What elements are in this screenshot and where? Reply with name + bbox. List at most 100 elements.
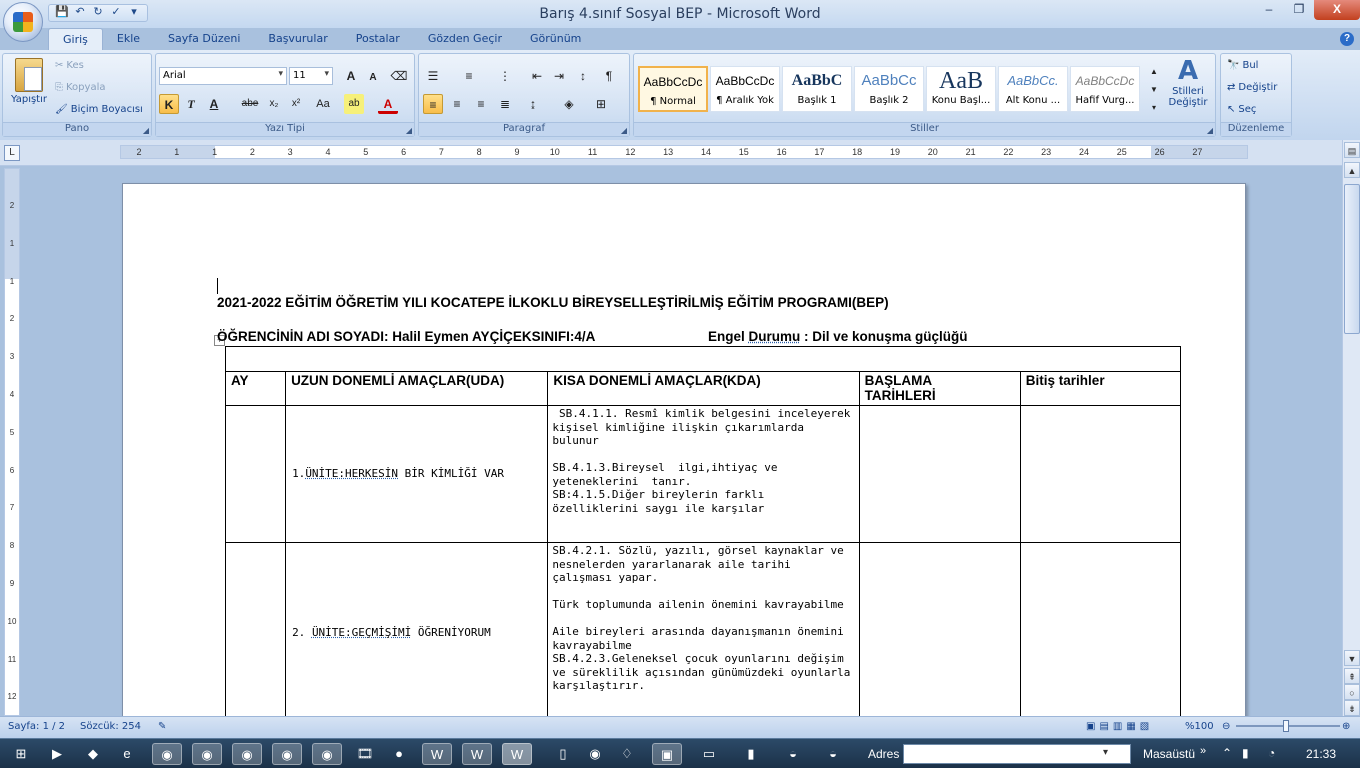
grow-font-button[interactable]: A [341, 66, 361, 86]
kda-cell[interactable]: SB.4.1.1. Resmî kimlik belgesini incelеy… [547, 405, 860, 543]
zoom-slider-knob[interactable] [1283, 720, 1289, 732]
power-icon[interactable]: ▮ [1242, 746, 1249, 760]
ruler-strip[interactable]: 2 1 1 2 3 4 5 6 7 8 9 10 11 12 13 14 15 16 17 18 19 20 21 22 23 2… [120, 145, 1248, 159]
start-date-cell[interactable] [858, 405, 1021, 543]
internet-explorer-icon[interactable]: e [112, 743, 142, 765]
media-icon[interactable]: ● [384, 743, 414, 765]
app-icon[interactable]: ◒ [818, 743, 848, 765]
styles-dialog-launcher-icon[interactable]: ◢ [1207, 126, 1213, 135]
decrease-indent-icon[interactable]: ⇤ [527, 66, 547, 86]
shading-icon[interactable]: ◈ [559, 94, 579, 114]
previous-page-button[interactable]: ⇞ [1344, 668, 1360, 684]
numbering-icon[interactable]: ≡ [459, 66, 479, 86]
word-count[interactable]: Sözcük: 254 [80, 721, 141, 732]
zoom-level[interactable]: %100 [1185, 721, 1214, 732]
clear-format-icon[interactable]: ⌫ [389, 66, 409, 86]
chrome-window-icon[interactable]: ◉ [152, 743, 182, 765]
chrome-window-icon[interactable]: ◉ [312, 743, 342, 765]
style-title[interactable]: AaB Konu Başl... [926, 66, 996, 112]
address-input[interactable] [903, 744, 1131, 764]
word-window-icon[interactable]: W [462, 743, 492, 765]
tab-insert[interactable]: Ekle [103, 28, 154, 50]
copy-button[interactable]: ⎘ Kopyala [55, 82, 105, 93]
subscript-button[interactable]: x₂ [264, 94, 284, 114]
close-button[interactable]: X [1314, 0, 1360, 20]
maximize-button[interactable]: ❐ [1284, 0, 1314, 20]
style-subtitle[interactable]: AaBbCc. Alt Konu ... [998, 66, 1068, 112]
tray-arrow-icon[interactable]: ⌃ [1222, 746, 1232, 760]
multilevel-list-icon[interactable]: ⋮ [495, 66, 515, 86]
header-end-dates[interactable]: Bitiş tarihler [1019, 371, 1182, 406]
header-short-term-goals[interactable]: KISA DONEMLİ AMAÇLAR(KDA) [547, 371, 860, 406]
desktop-toolbar[interactable]: Masaüstü [1143, 747, 1195, 761]
chrome-icon[interactable]: ◉ [580, 743, 610, 765]
ruler-toggle-icon[interactable]: ▤ [1344, 142, 1360, 158]
month-cell[interactable] [224, 405, 287, 543]
italic-button[interactable]: T [181, 94, 201, 114]
browse-object-button[interactable]: ○ [1344, 684, 1360, 700]
view-buttons[interactable]: ▣▤▥▦▧ [1086, 721, 1153, 732]
tab-page-layout[interactable]: Sayfa Düzeni [154, 28, 254, 50]
sort-icon[interactable]: ↕ [573, 66, 593, 86]
header-start-dates[interactable]: BAŞLAMA TARİHLERİ [858, 371, 1021, 406]
tab-view[interactable]: Görünüm [516, 28, 595, 50]
paragraph-dialog-launcher-icon[interactable]: ◢ [621, 126, 627, 135]
line-spacing-icon[interactable]: ↨ [523, 94, 543, 114]
media-player-icon[interactable]: ▶ [42, 743, 72, 765]
paste-button[interactable]: Yapıştır [7, 58, 51, 105]
chrome-window-icon[interactable]: ◉ [272, 743, 302, 765]
scroll-thumb[interactable] [1344, 184, 1360, 334]
tab-selector[interactable]: L [4, 145, 20, 161]
font-color-icon[interactable]: A [378, 94, 398, 114]
start-date-cell[interactable] [858, 542, 1021, 716]
chrome-window-icon[interactable]: ◉ [232, 743, 262, 765]
toolbar-expand-icon[interactable]: » [1200, 745, 1206, 757]
styles-more-icon[interactable]: ▾ [1144, 98, 1164, 118]
styles-scroll-up-icon[interactable]: ▲ [1144, 62, 1164, 82]
uda-cell[interactable]: 1.ÜNİTE:HERKESİN BİR KİMLİĞİ VAR [285, 405, 549, 543]
tab-home[interactable]: Giriş [48, 28, 103, 50]
uda-cell[interactable]: 2. ÜNİTE:GEÇMİŞİMİ ÖĞRENİYORUM [285, 542, 549, 716]
style-heading-1[interactable]: AaBbC Başlık 1 [782, 66, 852, 112]
align-left-icon[interactable]: ≡ [423, 94, 443, 114]
refresh-icon[interactable]: ↻ [1112, 745, 1123, 761]
superscript-button[interactable]: x² [286, 94, 306, 114]
screen-icon[interactable]: ▣ [652, 743, 682, 765]
change-case-button[interactable]: Aa [310, 94, 336, 114]
increase-indent-icon[interactable]: ⇥ [549, 66, 569, 86]
bullets-icon[interactable]: ☰ [423, 66, 443, 86]
network-icon[interactable]: ◔ [1268, 746, 1275, 760]
word-window-active-icon[interactable]: W [502, 743, 532, 765]
cut-button[interactable]: ✂ Kes [55, 60, 84, 71]
app-icon[interactable]: ♢ [612, 743, 642, 765]
vertical-ruler[interactable]: 2 1 1 2 3 4 5 6 7 8 9 10 11 12 [4, 168, 20, 716]
word-window-icon[interactable]: W [422, 743, 452, 765]
strikethrough-button[interactable]: abe [240, 94, 260, 114]
style-subtle-emphasis[interactable]: AaBbCcDc Hafif Vurg... [1070, 66, 1140, 112]
change-styles-button[interactable]: A Stilleri Değiştir [1162, 56, 1214, 108]
end-date-cell[interactable] [1019, 542, 1182, 716]
kda-cell[interactable]: SB.4.2.1. Sözlü, yazılı, görsel kaynakla… [547, 542, 860, 716]
tab-mailings[interactable]: Postalar [342, 28, 414, 50]
next-page-button[interactable]: ⇟ [1344, 700, 1360, 716]
app-icon[interactable]: ◆ [78, 743, 108, 765]
style-normal[interactable]: AaBbCcDc ¶ Normal [638, 66, 708, 112]
font-name-select[interactable]: Arial [159, 67, 287, 85]
chrome-window-icon[interactable]: ◉ [192, 743, 222, 765]
show-marks-icon[interactable]: ¶ [599, 66, 619, 86]
zoom-slider[interactable] [1236, 720, 1340, 732]
replace-button[interactable]: ⇄ Değiştir [1227, 82, 1277, 93]
highlight-icon[interactable]: ab [344, 94, 364, 114]
film-icon[interactable]: 🎞 [350, 743, 380, 765]
tab-review[interactable]: Gözden Geçir [414, 28, 516, 50]
drive-icon[interactable]: ▭ [694, 743, 724, 765]
font-size-select[interactable]: 11 [289, 67, 333, 85]
zoom-out-icon[interactable]: ⊖ [1222, 721, 1230, 732]
office-button[interactable] [3, 2, 43, 42]
scroll-down-button[interactable]: ▼ [1344, 650, 1360, 666]
proofing-icon[interactable]: ✎ [158, 721, 166, 732]
dialog-launcher-icon[interactable]: ◢ [143, 126, 149, 135]
vertical-scrollbar[interactable]: ▤ ▲ ▼ ⇞ ○ ⇟ [1342, 140, 1360, 716]
style-heading-2[interactable]: AaBbCc Başlık 2 [854, 66, 924, 112]
shrink-font-button[interactable]: A [363, 68, 383, 88]
